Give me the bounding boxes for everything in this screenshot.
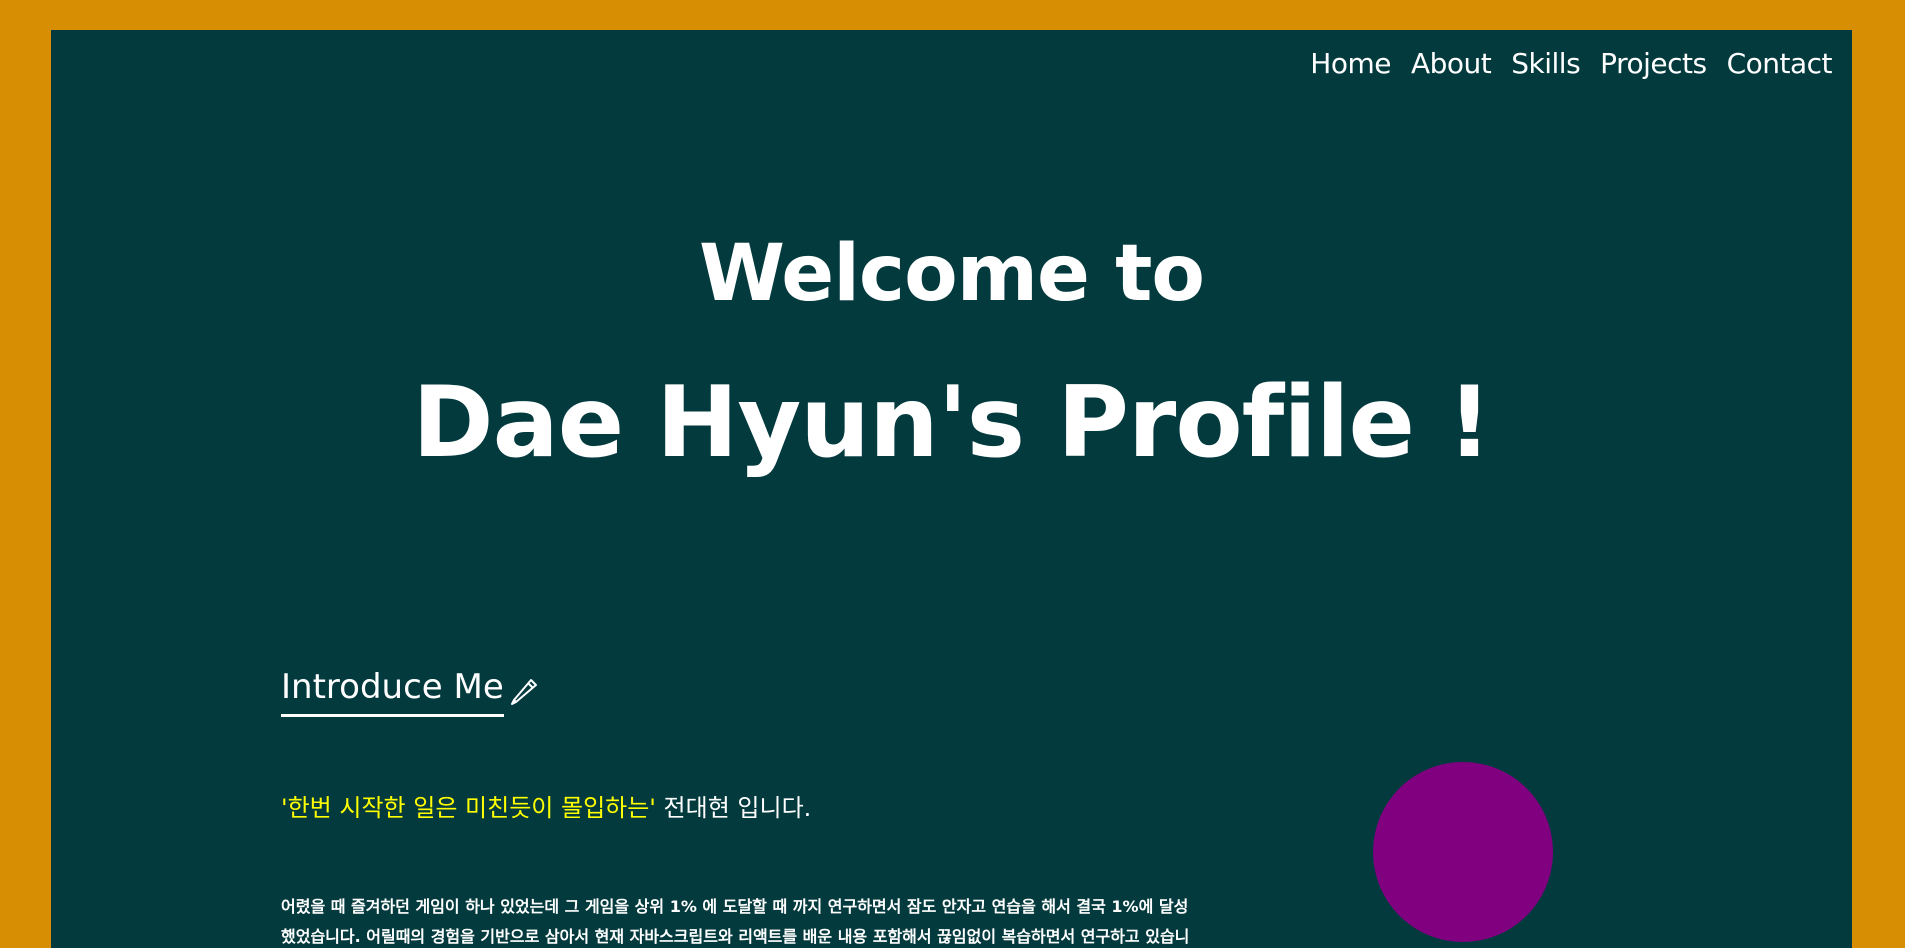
hero-welcome-text: Welcome to — [699, 229, 1205, 319]
page-frame: Home About Skills Projects Contact Welco… — [51, 30, 1852, 948]
tagline-highlight: '한번 시작한 일은 미친듯이 몰입하는' — [281, 794, 656, 822]
nav-about-link[interactable]: About — [1411, 47, 1492, 80]
about-paragraph: 어렸을 때 즐겨하던 게임이 하나 있었는데 그 게임을 상위 1% 에 도달할… — [281, 897, 1190, 946]
tagline-rest: 전대현 입니다. — [655, 794, 812, 822]
nav-contact-link[interactable]: Contact — [1727, 47, 1833, 80]
nav-skills-link[interactable]: Skills — [1511, 47, 1580, 80]
about-tagline: '한번 시작한 일은 미친듯이 몰입하는' 전대현 입니다. — [281, 788, 811, 823]
nav-home-link[interactable]: Home — [1310, 47, 1391, 80]
top-nav: Home About Skills Projects Contact — [1310, 30, 1832, 96]
nav-projects-link[interactable]: Projects — [1600, 47, 1707, 80]
about-heading-text: Introduce Me — [281, 670, 504, 717]
pencil-icon — [506, 672, 540, 706]
decorative-circle — [1373, 762, 1553, 942]
hero-title: Dae Hyun's Profile ! — [412, 366, 1492, 480]
about-heading: Introduce Me — [281, 670, 540, 717]
